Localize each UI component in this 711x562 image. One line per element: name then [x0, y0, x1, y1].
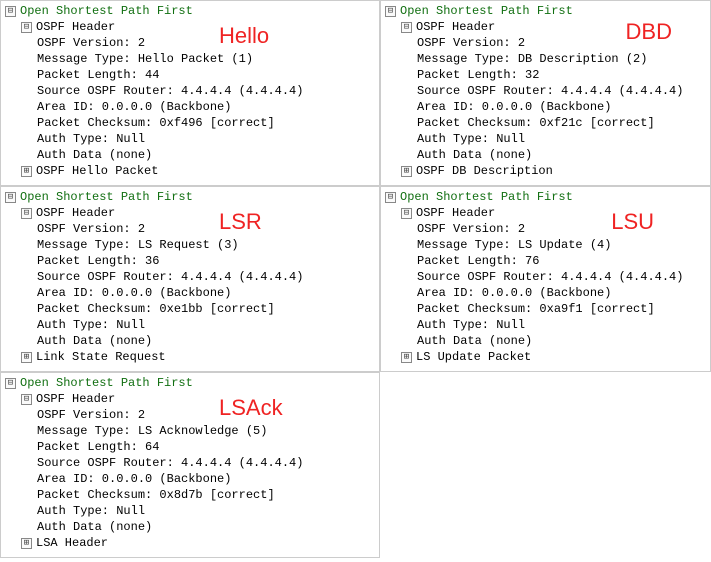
packet-grid: Hello ⊟ Open Shortest Path First ⊟ OSPF … [0, 0, 711, 558]
ospf-header-label: OSPF Header [36, 20, 115, 34]
expand-icon[interactable]: ⊞ [401, 166, 412, 177]
field-authdata: Auth Data (none) [5, 333, 375, 349]
protocol-title: Open Shortest Path First [400, 190, 573, 204]
collapse-icon[interactable]: ⊟ [401, 22, 412, 33]
field-msgtype: Message Type: LS Acknowledge (5) [5, 423, 375, 439]
protocol-row[interactable]: ⊟ Open Shortest Path First [5, 375, 375, 391]
field-area: Area ID: 0.0.0.0 (Backbone) [385, 99, 706, 115]
expand-icon[interactable]: ⊞ [401, 352, 412, 363]
packet-panel-dbd: DBD ⊟ Open Shortest Path First ⊟ OSPF He… [380, 0, 711, 186]
field-version: OSPF Version: 2 [385, 221, 706, 237]
field-router: Source OSPF Router: 4.4.4.4 (4.4.4.4) [385, 269, 706, 285]
protocol-title: Open Shortest Path First [20, 190, 193, 204]
sub-section-label: LSA Header [36, 536, 108, 550]
field-router: Source OSPF Router: 4.4.4.4 (4.4.4.4) [5, 83, 375, 99]
collapse-icon[interactable]: ⊟ [5, 192, 16, 203]
field-checksum: Packet Checksum: 0xe1bb [correct] [5, 301, 375, 317]
ospf-header-row[interactable]: ⊟ OSPF Header [385, 205, 706, 221]
field-authtype: Auth Type: Null [5, 317, 375, 333]
field-version: OSPF Version: 2 [5, 35, 375, 51]
sub-section-label: OSPF DB Description [416, 164, 553, 178]
ospf-header-label: OSPF Header [36, 206, 115, 220]
field-version: OSPF Version: 2 [385, 35, 706, 51]
protocol-title: Open Shortest Path First [20, 376, 193, 390]
field-msgtype: Message Type: Hello Packet (1) [5, 51, 375, 67]
protocol-row[interactable]: ⊟ Open Shortest Path First [5, 189, 375, 205]
ospf-header-row[interactable]: ⊟ OSPF Header [5, 19, 375, 35]
field-area: Area ID: 0.0.0.0 (Backbone) [5, 285, 375, 301]
collapse-icon[interactable]: ⊟ [401, 208, 412, 219]
collapse-icon[interactable]: ⊟ [21, 208, 32, 219]
protocol-row[interactable]: ⊟ Open Shortest Path First [5, 3, 375, 19]
field-checksum: Packet Checksum: 0xf21c [correct] [385, 115, 706, 131]
collapse-icon[interactable]: ⊟ [5, 378, 16, 389]
protocol-row[interactable]: ⊟ Open Shortest Path First [385, 189, 706, 205]
packet-panel-lsack: LSAck ⊟ Open Shortest Path First ⊟ OSPF … [0, 372, 380, 558]
protocol-title: Open Shortest Path First [400, 4, 573, 18]
field-authtype: Auth Type: Null [5, 131, 375, 147]
field-length: Packet Length: 36 [5, 253, 375, 269]
field-authdata: Auth Data (none) [385, 333, 706, 349]
sub-section-row[interactable]: ⊞ Link State Request [5, 349, 375, 365]
field-msgtype: Message Type: DB Description (2) [385, 51, 706, 67]
field-area: Area ID: 0.0.0.0 (Backbone) [5, 99, 375, 115]
field-length: Packet Length: 64 [5, 439, 375, 455]
protocol-title: Open Shortest Path First [20, 4, 193, 18]
field-length: Packet Length: 44 [5, 67, 375, 83]
field-msgtype: Message Type: LS Request (3) [5, 237, 375, 253]
ospf-header-label: OSPF Header [416, 20, 495, 34]
field-checksum: Packet Checksum: 0x8d7b [correct] [5, 487, 375, 503]
sub-section-label: LS Update Packet [416, 350, 531, 364]
sub-section-row[interactable]: ⊞ LS Update Packet [385, 349, 706, 365]
expand-icon[interactable]: ⊞ [21, 538, 32, 549]
field-length: Packet Length: 76 [385, 253, 706, 269]
field-checksum: Packet Checksum: 0xf496 [correct] [5, 115, 375, 131]
expand-icon[interactable]: ⊞ [21, 166, 32, 177]
field-router: Source OSPF Router: 4.4.4.4 (4.4.4.4) [5, 455, 375, 471]
field-authdata: Auth Data (none) [385, 147, 706, 163]
collapse-icon[interactable]: ⊟ [21, 394, 32, 405]
field-msgtype: Message Type: LS Update (4) [385, 237, 706, 253]
field-authtype: Auth Type: Null [385, 317, 706, 333]
collapse-icon[interactable]: ⊟ [385, 6, 396, 17]
field-authdata: Auth Data (none) [5, 519, 375, 535]
ospf-header-label: OSPF Header [36, 392, 115, 406]
collapse-icon[interactable]: ⊟ [385, 192, 396, 203]
packet-panel-hello: Hello ⊟ Open Shortest Path First ⊟ OSPF … [0, 0, 380, 186]
field-router: Source OSPF Router: 4.4.4.4 (4.4.4.4) [5, 269, 375, 285]
packet-panel-lsr: LSR ⊟ Open Shortest Path First ⊟ OSPF He… [0, 186, 380, 372]
field-authdata: Auth Data (none) [5, 147, 375, 163]
ospf-header-row[interactable]: ⊟ OSPF Header [5, 391, 375, 407]
field-checksum: Packet Checksum: 0xa9f1 [correct] [385, 301, 706, 317]
sub-section-label: Link State Request [36, 350, 166, 364]
field-version: OSPF Version: 2 [5, 221, 375, 237]
field-version: OSPF Version: 2 [5, 407, 375, 423]
collapse-icon[interactable]: ⊟ [21, 22, 32, 33]
field-router: Source OSPF Router: 4.4.4.4 (4.4.4.4) [385, 83, 706, 99]
sub-section-row[interactable]: ⊞ LSA Header [5, 535, 375, 551]
ospf-header-row[interactable]: ⊟ OSPF Header [5, 205, 375, 221]
field-area: Area ID: 0.0.0.0 (Backbone) [5, 471, 375, 487]
expand-icon[interactable]: ⊞ [21, 352, 32, 363]
collapse-icon[interactable]: ⊟ [5, 6, 16, 17]
sub-section-row[interactable]: ⊞ OSPF Hello Packet [5, 163, 375, 179]
protocol-row[interactable]: ⊟ Open Shortest Path First [385, 3, 706, 19]
field-length: Packet Length: 32 [385, 67, 706, 83]
field-area: Area ID: 0.0.0.0 (Backbone) [385, 285, 706, 301]
field-authtype: Auth Type: Null [385, 131, 706, 147]
ospf-header-label: OSPF Header [416, 206, 495, 220]
packet-panel-lsu: LSU ⊟ Open Shortest Path First ⊟ OSPF He… [380, 186, 711, 372]
field-authtype: Auth Type: Null [5, 503, 375, 519]
ospf-header-row[interactable]: ⊟ OSPF Header [385, 19, 706, 35]
sub-section-label: OSPF Hello Packet [36, 164, 158, 178]
sub-section-row[interactable]: ⊞ OSPF DB Description [385, 163, 706, 179]
